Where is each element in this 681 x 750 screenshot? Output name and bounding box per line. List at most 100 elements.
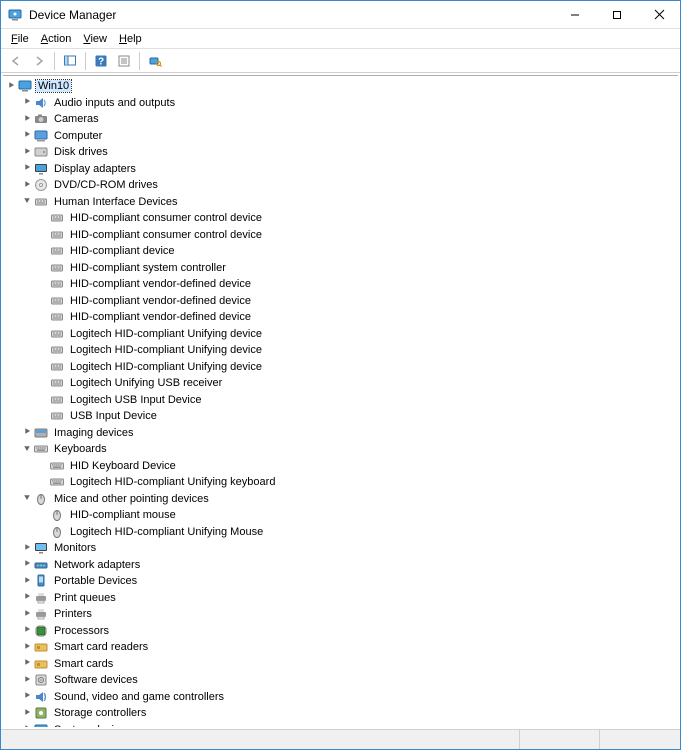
collapse-icon[interactable]: ⯆ (21, 196, 33, 207)
expand-icon[interactable]: ⯈ (21, 675, 33, 686)
menu-action[interactable]: Action (35, 30, 78, 48)
tree-node[interactable]: ⯈HID-compliant system controller (5, 260, 674, 277)
tree-node[interactable]: ⯈HID-compliant vendor-defined device (5, 276, 674, 293)
tree-node[interactable]: ⯈HID Keyboard Device (5, 458, 674, 475)
tree-node[interactable]: ⯈Imaging devices (5, 425, 674, 442)
menu-help[interactable]: Help (113, 30, 148, 48)
tree-node[interactable]: ⯈ Processors (5, 623, 674, 640)
menu-view[interactable]: View (77, 30, 113, 48)
expand-icon[interactable]: ⯈ (21, 543, 33, 554)
close-button[interactable] (638, 1, 680, 28)
expand-icon[interactable]: ⯈ (21, 658, 33, 669)
properties-button[interactable] (113, 51, 135, 71)
expand-icon[interactable]: ⯈ (21, 642, 33, 653)
node-label: HID-compliant consumer control device (68, 212, 264, 224)
software-icon (33, 672, 49, 688)
smartcard-icon (33, 639, 49, 655)
camera-icon (33, 111, 49, 127)
tree-node[interactable]: ⯈ DVD/CD-ROM drives (5, 177, 674, 194)
tree-node[interactable]: ⯈ Sound, video and game controllers (5, 689, 674, 706)
monitor-icon (33, 540, 49, 556)
toolbar: ? (1, 49, 680, 73)
tree-node[interactable]: ⯈Smart card readers (5, 639, 674, 656)
node-label: Logitech HID-compliant Unifying keyboard (68, 476, 277, 488)
tree-node[interactable]: ⯈ Computer (5, 128, 674, 145)
tree-node[interactable]: ⯈Printers (5, 606, 674, 623)
expand-icon[interactable]: ⯈ (21, 114, 33, 125)
tree-node[interactable]: ⯈Logitech Unifying USB receiver (5, 375, 674, 392)
tree-node[interactable]: ⯈Smart cards (5, 656, 674, 673)
expand-icon[interactable]: ⯈ (21, 609, 33, 620)
expand-icon[interactable]: ⯈ (21, 691, 33, 702)
node-label: Computer (52, 130, 104, 142)
tree-node[interactable]: ⯈System devices (5, 722, 674, 728)
tree-node[interactable]: ⯈Logitech HID-compliant Unifying Mouse (5, 524, 674, 541)
tree-node[interactable]: ⯈HID-compliant vendor-defined device (5, 293, 674, 310)
node-label: HID-compliant system controller (68, 262, 228, 274)
tree-node[interactable]: ⯆Keyboards (5, 441, 674, 458)
show-hide-console-tree-button[interactable] (59, 51, 81, 71)
node-label: Human Interface Devices (52, 196, 180, 208)
node-label: Audio inputs and outputs (52, 97, 177, 109)
window-title: Device Manager (29, 8, 554, 22)
hid-icon (49, 260, 65, 276)
back-button[interactable] (5, 51, 27, 71)
maximize-button[interactable] (596, 1, 638, 28)
portable-icon (33, 573, 49, 589)
tree-node[interactable]: ⯈Logitech HID-compliant Unifying device (5, 342, 674, 359)
tree-node[interactable]: ⯈HID-compliant consumer control device (5, 210, 674, 227)
hid-icon (49, 276, 65, 292)
collapse-icon[interactable]: ⯆ (21, 444, 33, 455)
menu-file[interactable]: File (5, 30, 35, 48)
tree-node[interactable]: ⯈Network adapters (5, 557, 674, 574)
expand-icon[interactable]: ⯈ (21, 625, 33, 636)
expand-icon[interactable]: ⯈ (21, 97, 33, 108)
tree-node[interactable]: ⯈Print queues (5, 590, 674, 607)
tree-node[interactable]: ⯈Logitech HID-compliant Unifying device (5, 326, 674, 343)
tree-node[interactable]: ⯈ Audio inputs and outputs (5, 95, 674, 112)
tree-node[interactable]: ⯆Mice and other pointing devices (5, 491, 674, 508)
expand-icon[interactable]: ⯈ (21, 427, 33, 438)
app-icon (7, 7, 23, 23)
tree-node[interactable]: ⯈HID-compliant consumer control device (5, 227, 674, 244)
expand-icon[interactable]: ⯈ (21, 724, 33, 727)
tree-node[interactable]: ⯈HID-compliant mouse (5, 507, 674, 524)
expand-icon[interactable]: ⯈ (21, 559, 33, 570)
tree-node[interactable]: ⯈Disk drives (5, 144, 674, 161)
tree-root-node[interactable]: ⯈ Win10 (5, 78, 674, 95)
tree-node[interactable]: ⯈Display adapters (5, 161, 674, 178)
node-label: DVD/CD-ROM drives (52, 179, 160, 191)
minimize-button[interactable] (554, 1, 596, 28)
tree-node[interactable]: ⯈Logitech HID-compliant Unifying device (5, 359, 674, 376)
mouse-icon (33, 491, 49, 507)
tree-node[interactable]: ⯈Monitors (5, 540, 674, 557)
tree-node[interactable]: ⯈USB Input Device (5, 408, 674, 425)
help-button[interactable]: ? (90, 51, 112, 71)
tree-node[interactable]: ⯈Software devices (5, 672, 674, 689)
device-tree[interactable]: ⯈Win10⯈Audio inputs and outputs⯈Cameras⯈… (3, 75, 678, 727)
tree-node[interactable]: ⯈Logitech HID-compliant Unifying keyboar… (5, 474, 674, 491)
node-label: Sound, video and game controllers (52, 691, 226, 703)
expand-icon[interactable]: ⯈ (21, 163, 33, 174)
dvd-icon (33, 177, 49, 193)
expand-icon[interactable]: ⯈ (5, 81, 17, 92)
node-label: Processors (52, 625, 111, 637)
tree-node[interactable]: ⯈Storage controllers (5, 705, 674, 722)
tree-node[interactable]: ⯈Logitech USB Input Device (5, 392, 674, 409)
forward-button[interactable] (28, 51, 50, 71)
tree-node[interactable]: ⯈Cameras (5, 111, 674, 128)
expand-icon[interactable]: ⯈ (21, 708, 33, 719)
expand-icon[interactable]: ⯈ (21, 576, 33, 587)
tree-node[interactable]: ⯈HID-compliant vendor-defined device (5, 309, 674, 326)
expand-icon[interactable]: ⯈ (21, 147, 33, 158)
node-label: Win10 (36, 80, 71, 92)
expand-icon[interactable]: ⯈ (21, 592, 33, 603)
tree-node[interactable]: ⯆ Human Interface Devices (5, 194, 674, 211)
scan-hardware-button[interactable] (144, 51, 166, 71)
tree-node[interactable]: ⯈Portable Devices (5, 573, 674, 590)
collapse-icon[interactable]: ⯆ (21, 493, 33, 504)
expand-icon[interactable]: ⯈ (21, 180, 33, 191)
tree-node[interactable]: ⯈HID-compliant device (5, 243, 674, 260)
hid-icon (49, 392, 65, 408)
expand-icon[interactable]: ⯈ (21, 130, 33, 141)
